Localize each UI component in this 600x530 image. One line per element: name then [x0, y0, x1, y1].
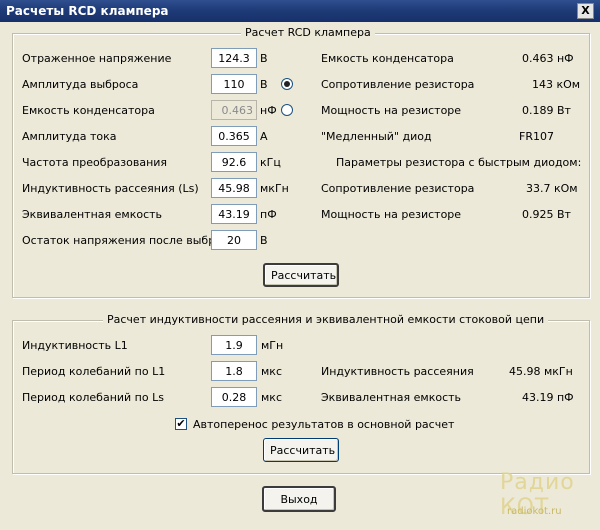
- result-equivalent-capacitance-label: Эквивалентная емкость: [321, 391, 462, 404]
- label-inductance-l1: Индуктивность L1: [22, 339, 128, 352]
- dialog-body: Расчет RCD клампера Отраженное напряжени…: [0, 22, 600, 530]
- frequency-input[interactable]: [211, 152, 257, 172]
- inductance-l1-input[interactable]: [211, 335, 257, 355]
- label-leakage-inductance: Индуктивность рассеяния (Ls): [22, 182, 199, 195]
- unit-capacitance: нФ: [260, 104, 277, 117]
- result-capacitance-label: Емкость конденсатора: [321, 52, 454, 65]
- leakage-inductance-input[interactable]: [211, 178, 257, 198]
- label-frequency: Частота преобразования: [22, 156, 168, 169]
- label-period-l1: Период колебаний по L1: [22, 365, 166, 378]
- unit-current-amplitude: А: [260, 130, 268, 143]
- result-fast-resistance-value: 33.7 кОм: [526, 182, 578, 195]
- unit-frequency: кГц: [260, 156, 281, 169]
- result-fast-power-value: 0.925 Вт: [522, 208, 571, 221]
- title-bar: Расчеты RCD клампера X: [0, 0, 600, 22]
- result-resistance-label: Сопротивление резистора: [321, 78, 475, 91]
- label-reflected-voltage: Отраженное напряжение: [22, 52, 172, 65]
- result-equivalent-capacitance-value: 43.19 пФ: [522, 391, 574, 404]
- result-power-label: Мощность на резисторе: [321, 104, 462, 117]
- label-current-amplitude: Амплитуда тока: [22, 130, 117, 143]
- result-slow-diode-value: FR107: [519, 130, 554, 143]
- unit-period-ls: мкс: [261, 391, 282, 404]
- calculate-leakage-button[interactable]: Рассчитать: [263, 438, 339, 462]
- unit-residual-voltage: В: [260, 234, 268, 247]
- label-residual-voltage: Остаток напряжения после выброса: [22, 234, 235, 247]
- result-fast-power-label: Мощность на резисторе: [321, 208, 462, 221]
- result-slow-diode-label: "Медленный" диод: [321, 130, 432, 143]
- result-leakage-inductance-label: Индуктивность рассеяния: [321, 365, 474, 378]
- result-power-value: 0.189 Вт: [522, 104, 571, 117]
- result-fast-resistance-label: Сопротивление резистора: [321, 182, 475, 195]
- label-capacitance: Емкость конденсатора: [22, 104, 155, 117]
- autotransfer-checkbox[interactable]: ✔: [175, 418, 187, 430]
- equivalent-capacitance-input[interactable]: [211, 204, 257, 224]
- current-amplitude-input[interactable]: [211, 126, 257, 146]
- calculate-rcd-button[interactable]: Рассчитать: [263, 263, 339, 287]
- autotransfer-label: Автоперенос результатов в основной расче…: [193, 418, 455, 431]
- reflected-voltage-input[interactable]: [211, 48, 257, 68]
- leakage-inductance-group-title: Расчет индуктивности рассеяния и эквивал…: [103, 313, 549, 326]
- exit-button[interactable]: Выход: [262, 486, 336, 512]
- unit-period-l1: мкс: [261, 365, 282, 378]
- window-title: Расчеты RCD клампера: [6, 4, 169, 18]
- capacitance-input[interactable]: [211, 100, 257, 120]
- period-l1-input[interactable]: [211, 361, 257, 381]
- label-period-ls: Период колебаний по Ls: [22, 391, 164, 404]
- rcd-clamper-group-title: Расчет RCD клампера: [241, 26, 375, 39]
- capacitance-radio[interactable]: [281, 104, 293, 116]
- unit-equivalent-capacitance: пФ: [260, 208, 277, 221]
- unit-spike-amplitude: В: [260, 78, 268, 91]
- label-spike-amplitude: Амплитуда выброса: [22, 78, 139, 91]
- residual-voltage-input[interactable]: [211, 230, 257, 250]
- rcd-clamper-group: Расчет RCD клампера Отраженное напряжени…: [12, 26, 590, 298]
- result-resistance-value: 143 кОм: [532, 78, 581, 91]
- unit-reflected-voltage: В: [260, 52, 268, 65]
- watermark-url: radiokot.ru: [507, 506, 562, 517]
- fast-diode-section-label: Параметры резистора с быстрым диодом:: [336, 156, 582, 169]
- result-leakage-inductance-value: 45.98 мкГн: [509, 365, 573, 378]
- spike-amplitude-radio[interactable]: [281, 78, 293, 90]
- spike-amplitude-input[interactable]: [211, 74, 257, 94]
- unit-leakage-inductance: мкГн: [260, 182, 289, 195]
- result-capacitance-value: 0.463 нФ: [522, 52, 574, 65]
- label-equivalent-capacitance: Эквивалентная емкость: [22, 208, 163, 221]
- leakage-inductance-group: Расчет индуктивности рассеяния и эквивал…: [12, 313, 590, 474]
- close-button[interactable]: X: [577, 3, 594, 19]
- period-ls-input[interactable]: [211, 387, 257, 407]
- unit-inductance-l1: мГн: [261, 339, 284, 352]
